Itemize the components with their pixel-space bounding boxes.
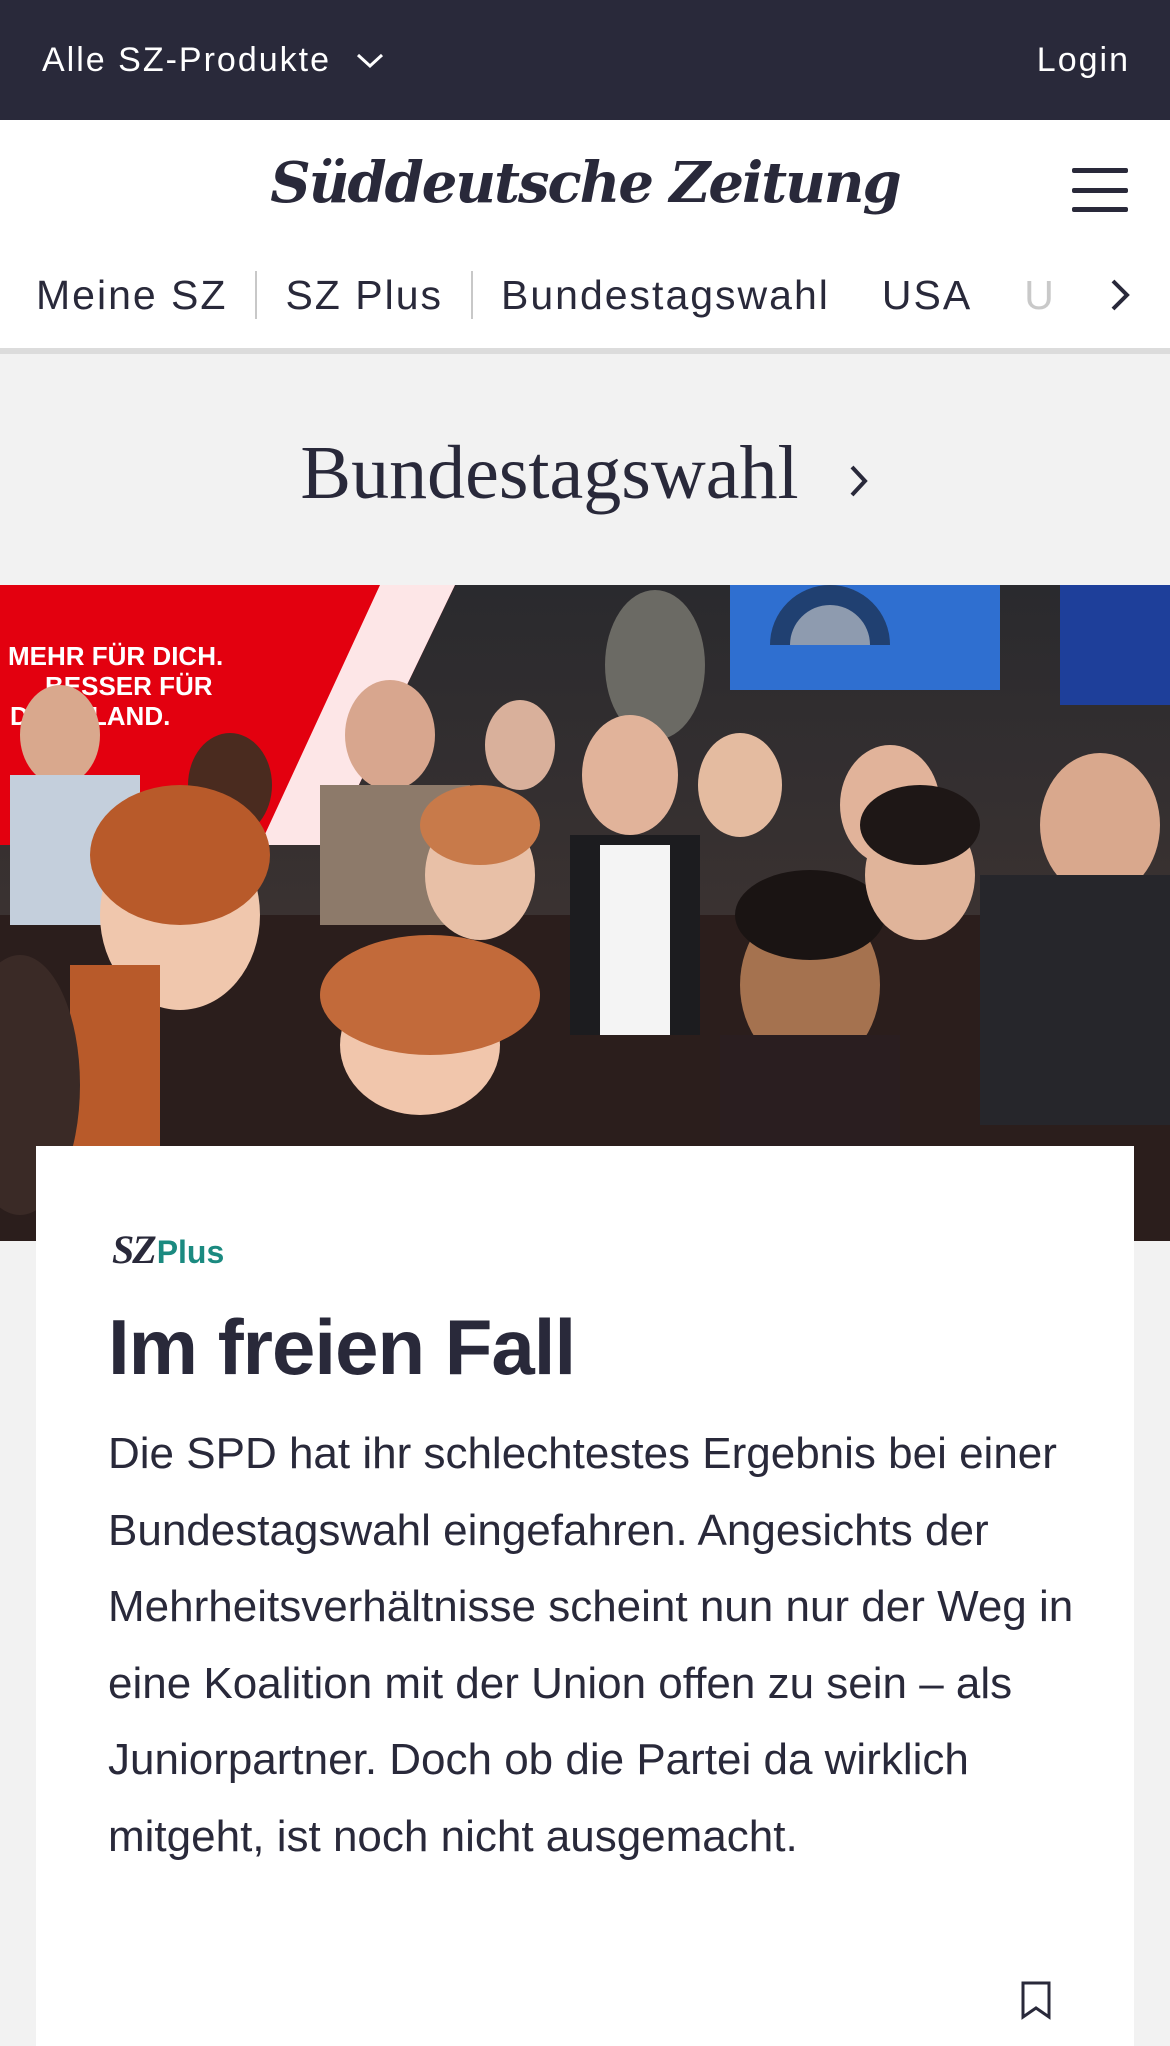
hero-illustration: MEHR FÜR DICH. BESSER FÜR D SCHLAND. — [0, 585, 1170, 1241]
section-nav: Meine SZ SZ Plus Bundestagswahl USA U — [0, 260, 1170, 330]
article-headline[interactable]: Im freien Fall — [108, 1302, 576, 1393]
hero-image[interactable]: MEHR FÜR DICH. BESSER FÜR D SCHLAND. — [0, 585, 1170, 1241]
login-link[interactable]: Login — [1037, 41, 1130, 80]
hero-banner-line-1: MEHR FÜR DICH. — [8, 641, 223, 671]
section-heading[interactable]: Bundestagswahl — [0, 430, 1170, 517]
top-bar: Alle SZ-Produkte Login — [0, 0, 1170, 120]
sz-logo[interactable]: Süddeutsche Zeitung — [0, 150, 1170, 216]
hamburger-menu-icon[interactable] — [1072, 168, 1128, 212]
products-label: Alle SZ-Produkte — [42, 40, 331, 79]
nav-item-truncated[interactable]: U — [1024, 272, 1056, 319]
nav-item-meine-sz[interactable]: Meine SZ — [36, 272, 227, 319]
products-dropdown[interactable]: Alle SZ-Produkte — [42, 41, 385, 80]
chevron-down-icon — [356, 53, 384, 69]
article-teaser[interactable]: Die SPD hat ihr schlechtestes Ergebnis b… — [108, 1416, 1088, 1875]
nav-divider — [471, 271, 473, 319]
sz-plus-badge: SZ Plus — [112, 1226, 224, 1273]
nav-item-sz-plus[interactable]: SZ Plus — [285, 272, 443, 319]
site-header: Süddeutsche Zeitung Meine SZ SZ Plus Bun… — [0, 120, 1170, 354]
chevron-right-icon — [850, 465, 868, 496]
sz-plus-badge-plus: Plus — [156, 1234, 225, 1270]
bookmark-icon[interactable] — [1020, 1980, 1052, 2020]
nav-divider — [255, 271, 258, 319]
nav-scroll-right-icon[interactable] — [1098, 270, 1142, 320]
article-card[interactable]: SZ Plus Im freien Fall Die SPD hat ihr s… — [36, 1146, 1134, 2046]
sz-plus-badge-sz: SZ — [112, 1227, 157, 1272]
section-title-text: Bundestagswahl — [300, 431, 799, 515]
nav-item-usa[interactable]: USA — [882, 272, 972, 319]
nav-item-bundestagswahl[interactable]: Bundestagswahl — [501, 272, 830, 319]
